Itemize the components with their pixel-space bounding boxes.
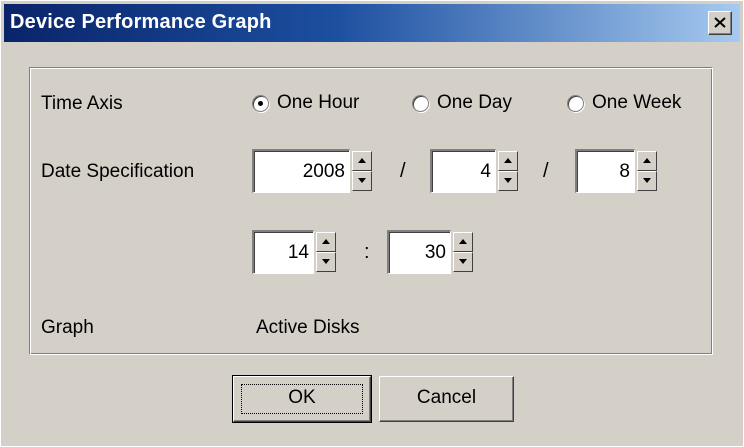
year-spinner: 2008 — [252, 149, 386, 193]
arrow-down-icon — [358, 178, 366, 183]
day-field[interactable]: 8 — [575, 149, 635, 193]
graph-label: Graph — [41, 317, 94, 338]
arrow-down-icon — [504, 178, 512, 183]
year-spin-buttons — [352, 151, 372, 191]
close-icon — [714, 17, 726, 28]
cancel-button[interactable]: Cancel — [379, 376, 514, 422]
dialog-window: Device Performance Graph Time Axis One H… — [0, 0, 744, 447]
hour-field[interactable]: 14 — [252, 230, 314, 274]
year-up-button[interactable] — [352, 151, 372, 171]
minute-up-button[interactable] — [453, 232, 473, 252]
arrow-down-icon — [459, 259, 467, 264]
hour-up-button[interactable] — [316, 232, 336, 252]
date-specification-label: Date Specification — [41, 161, 195, 182]
day-spinner: 8 — [575, 149, 685, 193]
minute-down-button[interactable] — [453, 252, 473, 272]
hour-spinner: 14 — [252, 230, 362, 274]
year-down-button[interactable] — [352, 171, 372, 191]
date-separator-2: / — [543, 160, 549, 182]
radio-one-hour[interactable]: One Hour — [252, 92, 382, 116]
settings-group: Time Axis One Hour One Day One Week Date… — [29, 67, 713, 355]
month-up-button[interactable] — [498, 151, 518, 171]
ok-button[interactable]: OK — [232, 375, 372, 423]
arrow-down-icon — [643, 178, 651, 183]
radio-circle-one-hour — [252, 95, 269, 112]
hour-down-button[interactable] — [316, 252, 336, 272]
month-field[interactable]: 4 — [430, 149, 496, 193]
radio-one-week[interactable]: One Week — [567, 92, 707, 116]
minute-spin-buttons — [453, 232, 473, 272]
month-down-button[interactable] — [498, 171, 518, 191]
month-spinner: 4 — [430, 149, 540, 193]
graph-value: Active Disks — [256, 317, 360, 338]
arrow-down-icon — [322, 259, 330, 264]
time-axis-label: Time Axis — [41, 93, 123, 114]
radio-label-one-day: One Day — [437, 92, 512, 113]
arrow-up-icon — [459, 239, 467, 244]
arrow-up-icon — [358, 158, 366, 163]
minute-spinner: 30 — [387, 230, 497, 274]
year-field[interactable]: 2008 — [252, 149, 350, 193]
radio-label-one-hour: One Hour — [277, 92, 360, 113]
minute-field[interactable]: 30 — [387, 230, 451, 274]
close-button[interactable] — [708, 11, 732, 35]
radio-selected-dot — [258, 101, 263, 106]
day-spin-buttons — [637, 151, 657, 191]
window-title: Device Performance Graph — [10, 11, 272, 33]
arrow-up-icon — [504, 158, 512, 163]
radio-one-day[interactable]: One Day — [412, 92, 542, 116]
time-separator: : — [364, 241, 370, 263]
day-down-button[interactable] — [637, 171, 657, 191]
day-up-button[interactable] — [637, 151, 657, 171]
hour-spin-buttons — [316, 232, 336, 272]
radio-circle-one-week — [567, 95, 584, 112]
radio-circle-one-day — [412, 95, 429, 112]
radio-label-one-week: One Week — [592, 92, 682, 113]
arrow-up-icon — [322, 239, 330, 244]
month-spin-buttons — [498, 151, 518, 191]
cancel-button-label: Cancel — [416, 387, 477, 408]
focus-rectangle — [241, 384, 363, 414]
date-separator-1: / — [400, 160, 406, 182]
title-bar[interactable]: Device Performance Graph — [4, 4, 740, 42]
arrow-up-icon — [643, 158, 651, 163]
